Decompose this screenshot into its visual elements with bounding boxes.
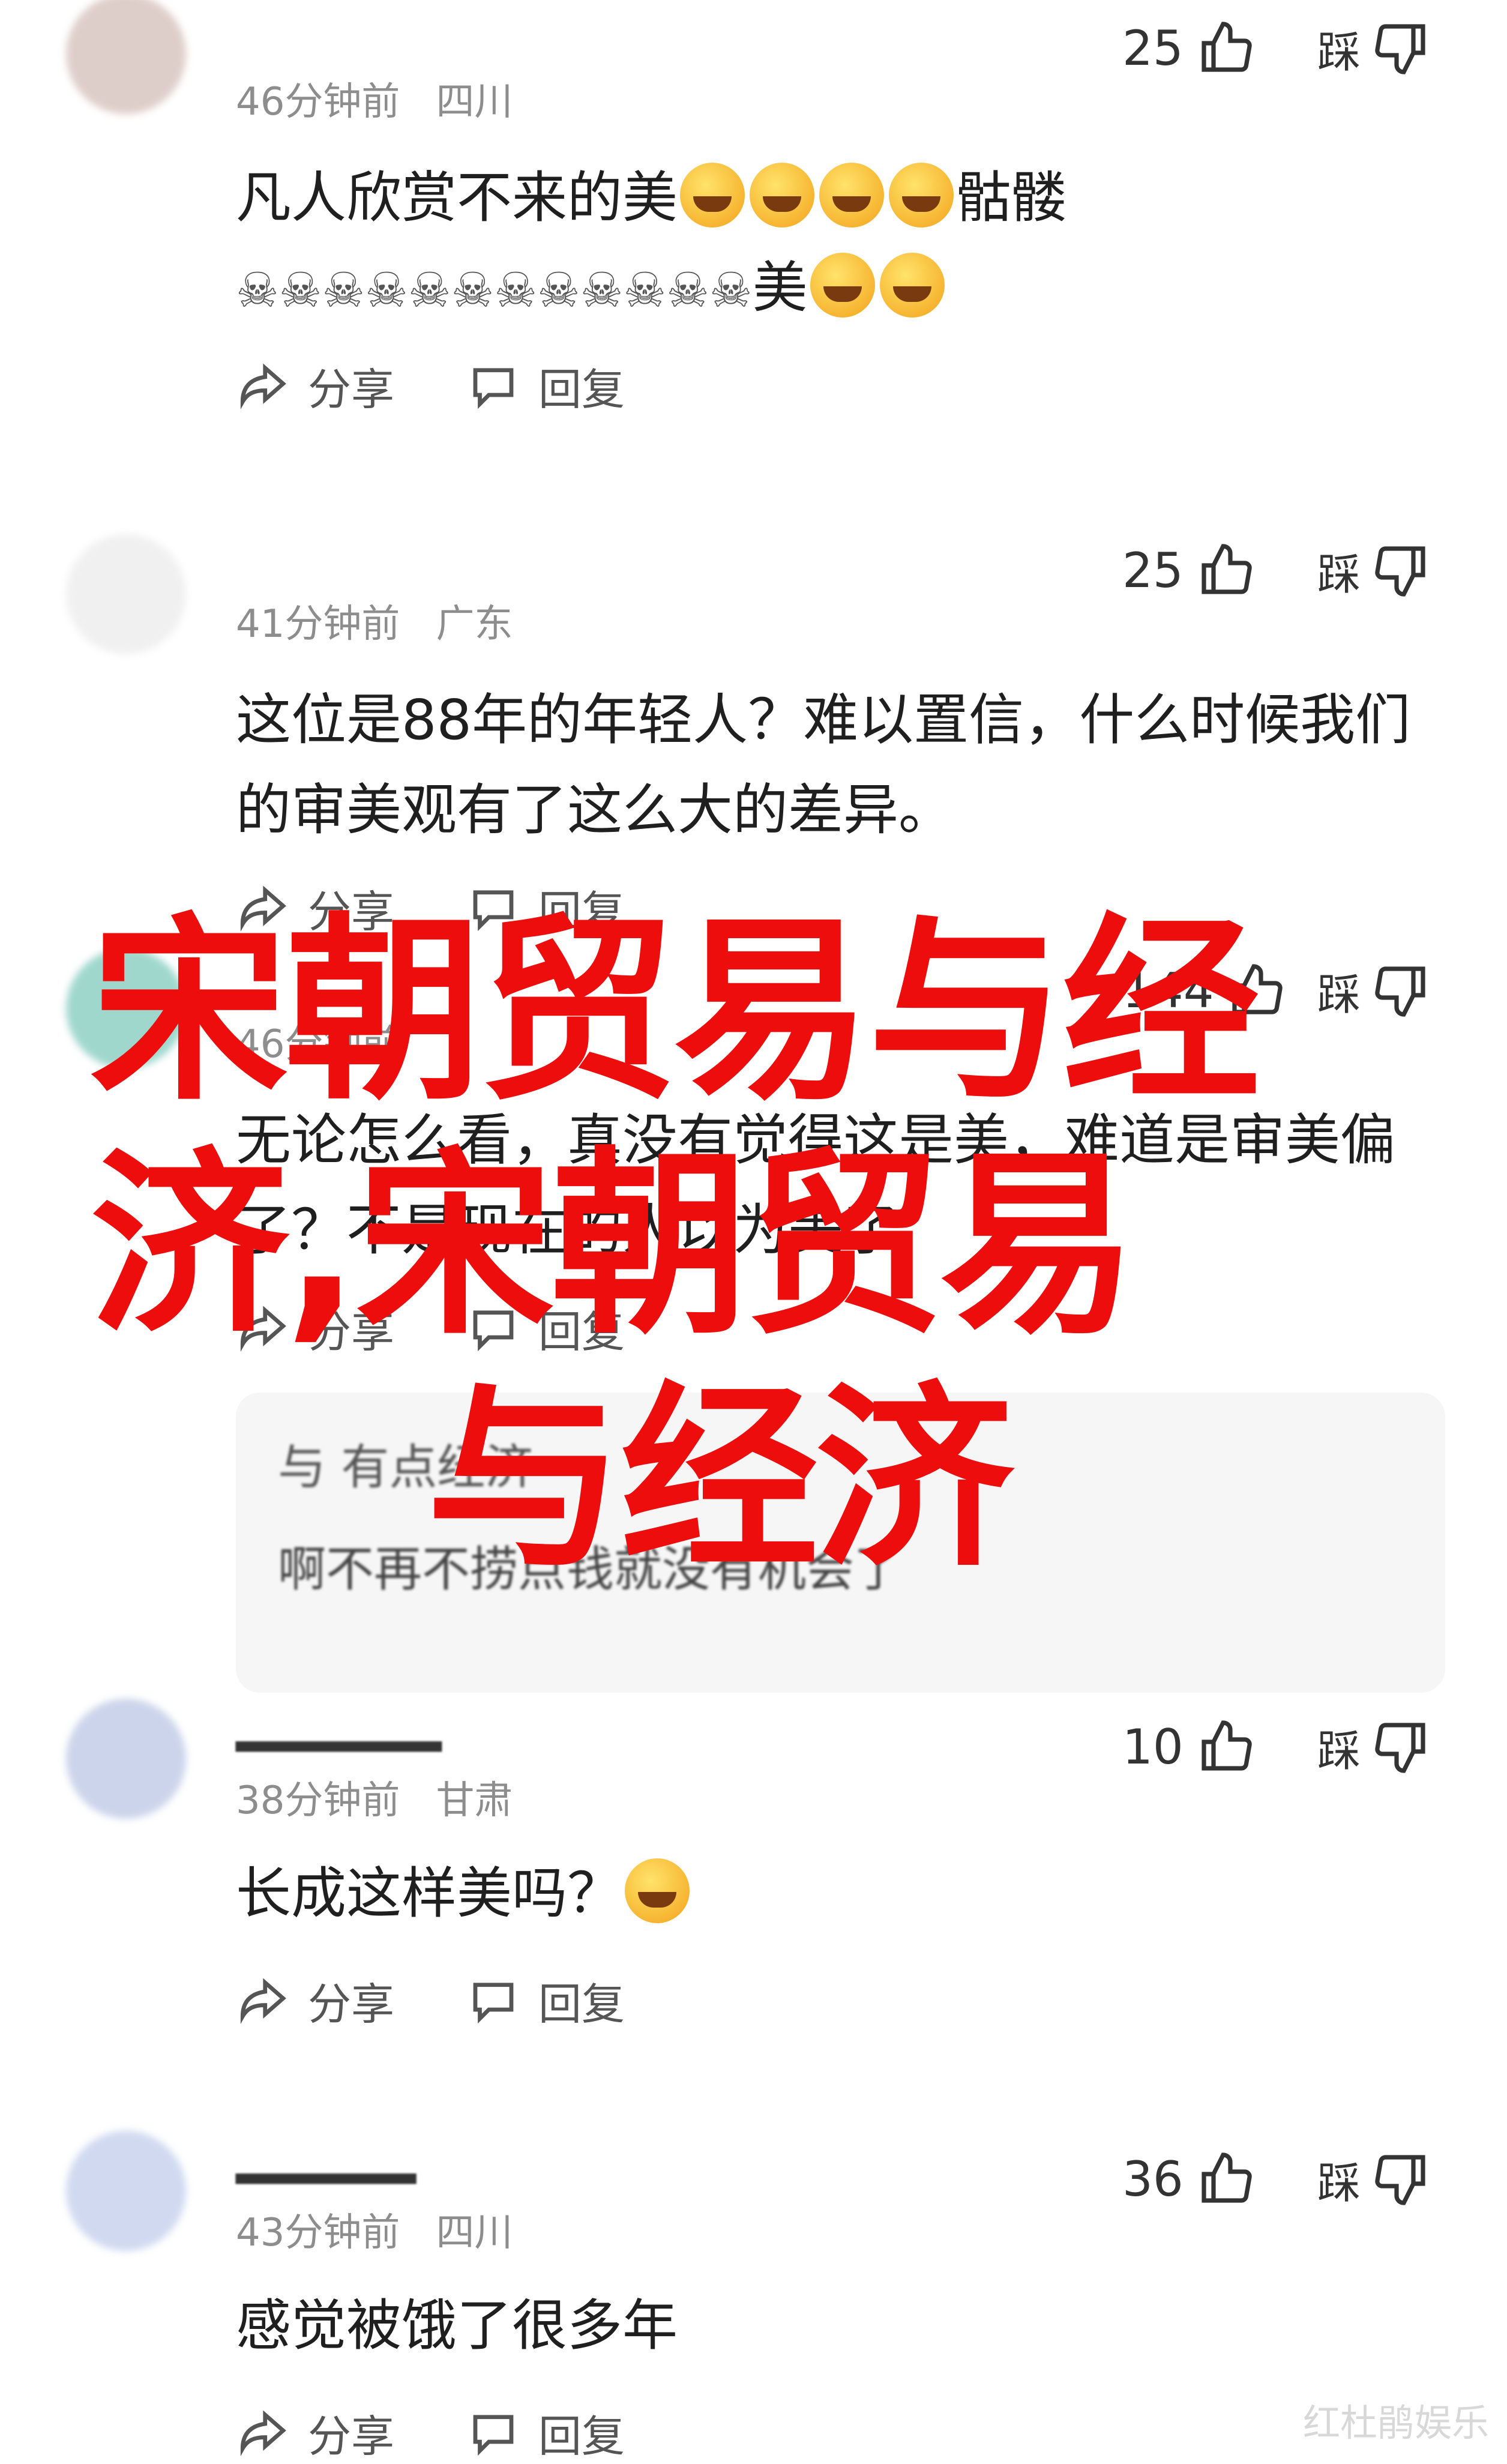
dislike-button[interactable]: 踩 [1317, 537, 1430, 603]
comment-meta: 46分钟前 四川 [236, 71, 513, 126]
avatar[interactable] [66, 0, 186, 114]
reply-button[interactable]: 回复 [466, 354, 625, 417]
dislike-label: 踩 [1317, 1725, 1361, 1776]
share-icon [240, 363, 286, 409]
comment-text: 感觉被饿了很多年 [236, 2294, 678, 2358]
share-button[interactable]: 分享 [236, 2401, 394, 2464]
comment-time: 41分钟前 [236, 602, 400, 646]
tongue-emoji [889, 163, 954, 227]
like-button[interactable]: 36 [1122, 2146, 1254, 2212]
dislike-button[interactable]: 踩 [1317, 2146, 1430, 2212]
comment-bubble-icon [473, 2414, 514, 2456]
avatar[interactable] [66, 2131, 186, 2251]
username[interactable]: ▂▂▂▂▂▂▂▂ [236, 1711, 442, 1752]
thumbs-down-icon [1375, 546, 1425, 597]
overlay-line-3: 与经济 [426, 1364, 1013, 1595]
avatar[interactable] [66, 534, 186, 654]
thumbs-down-icon [1375, 24, 1425, 74]
avatar[interactable] [66, 1699, 186, 1819]
like-button[interactable]: 10 [1122, 1714, 1254, 1780]
comment-time: 46分钟前 [236, 80, 400, 124]
grin-emoji [810, 253, 875, 318]
overlay-line-2: 济,宋朝贸易 [90, 1130, 1137, 1361]
comment-meta: 41分钟前 广东 [236, 593, 513, 648]
comment-time: 38分钟前 [236, 1779, 400, 1823]
thumbs-up-icon [1202, 544, 1252, 594]
comment-location: 四川 [436, 2211, 513, 2255]
thumbs-down-icon [1375, 1723, 1425, 1773]
overlay-title: 宋朝贸易与经 济,宋朝贸易 与经济 [90, 894, 1440, 1597]
share-button[interactable]: 分享 [236, 354, 394, 417]
tongue-emoji [879, 253, 945, 318]
comment-bubble-icon [473, 1982, 514, 2023]
share-icon [240, 1978, 286, 2024]
comment-text: 这位是88年的年轻人？难以置信，什么时候我们的审美观有了这么大的差异。 [236, 688, 1411, 842]
dislike-label: 踩 [1317, 549, 1361, 600]
overlay-line-1: 宋朝贸易与经 [90, 896, 1260, 1127]
comment-location: 甘肃 [436, 1779, 513, 1823]
tongue-emoji [750, 163, 815, 227]
dislike-label: 踩 [1317, 2157, 1361, 2208]
comment-time: 43分钟前 [236, 2211, 400, 2255]
comment-meta: 43分钟前 四川 [236, 2202, 513, 2257]
dislike-button[interactable]: 踩 [1317, 15, 1430, 81]
tongue-emoji [819, 163, 885, 227]
reply-button[interactable]: 回复 [466, 1969, 625, 2032]
comment-actions: 分享 回复 [236, 1969, 625, 2032]
thumbs-up-icon [1202, 2152, 1252, 2203]
comment-location: 四川 [436, 80, 513, 124]
share-button[interactable]: 分享 [236, 1969, 394, 2032]
reply-button[interactable]: 回复 [466, 2401, 625, 2464]
dislike-button[interactable]: 踩 [1317, 1714, 1430, 1780]
comment-text: 长成这样美吗？ [236, 1849, 1436, 1939]
grin-emoji [680, 163, 745, 227]
comment-text: 凡人欣赏不来的美 骷髅 ☠☠☠☠☠☠☠☠☠☠☠☠美 [236, 153, 1436, 336]
thumbs-up-icon [1202, 1720, 1252, 1771]
comment-actions: 分享 回复 [236, 354, 625, 417]
comment-meta: 38分钟前 甘肃 [236, 1770, 513, 1825]
comment-location: 广东 [436, 602, 513, 646]
surprised-emoji [625, 1858, 690, 1923]
like-count: 25 [1122, 20, 1184, 76]
username[interactable]: ▂▂▂▂▂▂▂ [236, 2143, 416, 2184]
thumbs-down-icon [1375, 2155, 1425, 2205]
like-count: 36 [1122, 2151, 1184, 2207]
like-count: 25 [1122, 542, 1184, 598]
thumbs-up-icon [1202, 22, 1252, 72]
watermark: 红杜鹃娱乐 [1302, 2401, 1489, 2445]
skull-emoji-row: ☠☠☠☠☠☠☠☠☠☠☠☠ [236, 262, 753, 318]
like-count: 10 [1122, 1718, 1184, 1775]
like-button[interactable]: 25 [1122, 537, 1254, 603]
share-icon [240, 2410, 286, 2456]
comment-actions: 分享 回复 [236, 2401, 625, 2464]
like-button[interactable]: 25 [1122, 15, 1254, 81]
dislike-label: 踩 [1317, 26, 1361, 77]
comment-bubble-icon [473, 367, 514, 409]
